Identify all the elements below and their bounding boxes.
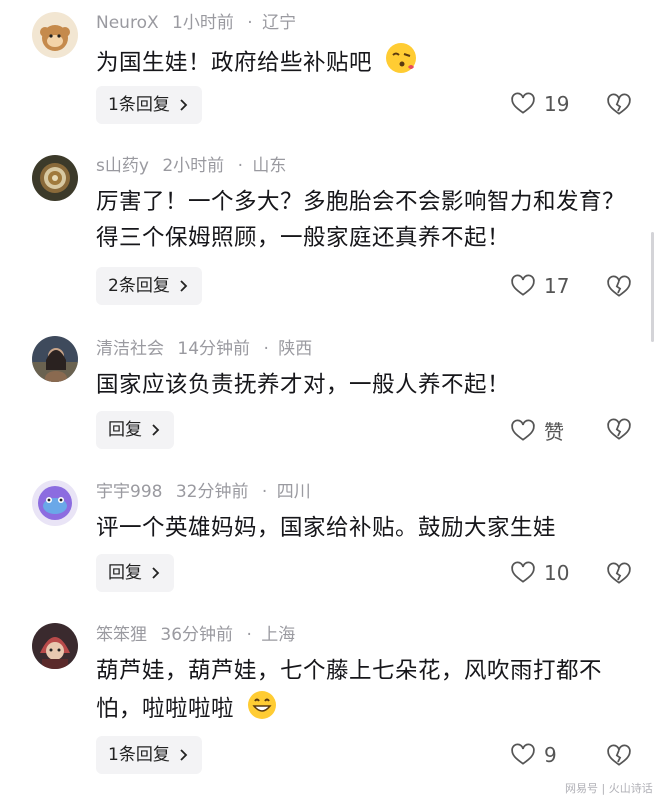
like-button[interactable]: 10 — [510, 560, 569, 586]
comment-meta: 宇宇998 32分钟前 · 四川 — [96, 481, 319, 503]
location: 辽宁 — [262, 13, 297, 33]
heart-icon — [511, 743, 535, 765]
separator-dot: · — [247, 13, 253, 33]
separator-dot: · — [263, 339, 269, 359]
broken-heart-icon — [607, 275, 631, 297]
comment-text: 葫芦娃，葫芦娃，七个藤上七朵花，风吹雨打都不怕，啦啦啦啦 — [96, 653, 636, 732]
broken-heart-icon — [607, 744, 631, 766]
like-count: 9 — [544, 743, 557, 767]
chevron-right-icon — [152, 567, 160, 579]
timestamp: 14分钟前 — [177, 339, 251, 359]
dislike-button[interactable] — [606, 417, 632, 447]
reply-button[interactable]: 回复 — [96, 411, 174, 449]
comment-text: 国家应该负责抚养才对，一般人养不起！ — [96, 372, 511, 398]
location: 陕西 — [278, 339, 313, 359]
heart-icon — [511, 274, 535, 296]
avatar[interactable] — [32, 12, 78, 58]
timestamp: 32分钟前 — [175, 482, 249, 502]
reply-button[interactable]: 回复 — [96, 554, 174, 592]
replies-label: 1条回复 — [108, 745, 170, 765]
like-count: 赞 — [544, 420, 564, 444]
dislike-button[interactable] — [606, 743, 632, 773]
avatar[interactable] — [32, 336, 78, 382]
like-count: 19 — [544, 92, 570, 116]
scrollbar[interactable] — [651, 232, 654, 342]
view-replies-button[interactable]: 2条回复 — [96, 267, 202, 305]
chevron-right-icon — [180, 99, 188, 111]
avatar[interactable] — [32, 480, 78, 526]
heart-icon — [511, 92, 535, 114]
avatar[interactable] — [32, 623, 78, 669]
comment-text: 评一个英雄妈妈，国家给补贴。鼓励大家生娃 — [96, 515, 557, 541]
location: 山东 — [252, 156, 287, 176]
replies-label: 回复 — [108, 420, 142, 440]
like-button[interactable]: 9 — [510, 742, 557, 768]
comment-text: 厉害了！一个多大？多胞胎会不会影响智力和发育？得三个保姆照顾，一般家庭还真养不起… — [96, 189, 626, 251]
username[interactable]: s山药y — [96, 156, 149, 176]
username[interactable]: 清洁社会 — [96, 339, 164, 359]
separator-dot: · — [237, 156, 243, 176]
like-button[interactable]: 赞 — [510, 416, 564, 445]
timestamp: 1小时前 — [172, 13, 234, 33]
dislike-button[interactable] — [606, 561, 632, 591]
like-button[interactable]: 17 — [510, 273, 569, 299]
chevron-right-icon — [152, 424, 160, 436]
dislike-button[interactable] — [606, 274, 632, 304]
broken-heart-icon — [607, 562, 631, 584]
username[interactable]: 宇宇998 — [96, 482, 162, 502]
view-replies-button[interactable]: 1条回复 — [96, 736, 202, 774]
username[interactable]: 笨笨狸 — [96, 625, 147, 645]
comment-text: 为国生娃！政府给些补贴吧 — [96, 41, 636, 86]
comment-text-body: 为国生娃！政府给些补贴吧 — [96, 50, 373, 76]
comment-meta: 清洁社会 14分钟前 · 陕西 — [96, 338, 320, 360]
username[interactable]: NeuroX — [96, 13, 159, 33]
comment-meta: NeuroX 1小时前 · 辽宁 — [96, 12, 304, 34]
kissing-face-emoji — [384, 41, 418, 86]
timestamp: 2小时前 — [162, 156, 225, 176]
separator-dot: · — [261, 482, 268, 502]
dislike-button[interactable] — [606, 92, 632, 122]
comment-text-body: 葫芦娃，葫芦娃，七个藤上七朵花，风吹雨打都不怕，啦啦啦啦 — [96, 658, 603, 722]
chevron-right-icon — [180, 749, 188, 761]
separator-dot: · — [246, 625, 252, 645]
like-button[interactable]: 19 — [510, 91, 569, 117]
replies-label: 2条回复 — [108, 276, 170, 296]
like-count: 17 — [544, 274, 570, 298]
watermark: 网易号 | 火山诗话 — [565, 782, 653, 795]
heart-icon — [511, 561, 535, 583]
chevron-right-icon — [180, 280, 188, 292]
replies-label: 1条回复 — [108, 95, 170, 115]
view-replies-button[interactable]: 1条回复 — [96, 86, 202, 124]
grinning-face-emoji — [246, 689, 278, 732]
heart-icon — [511, 419, 535, 441]
replies-label: 回复 — [108, 563, 142, 583]
location: 上海 — [261, 625, 296, 645]
timestamp: 36分钟前 — [160, 625, 234, 645]
like-count: 10 — [544, 561, 570, 585]
avatar[interactable] — [32, 155, 78, 201]
broken-heart-icon — [607, 93, 631, 115]
broken-heart-icon — [607, 418, 631, 440]
comment-meta: s山药y 2小时前 · 山东 — [96, 155, 294, 177]
location: 四川 — [276, 482, 311, 502]
comment-meta: 笨笨狸 36分钟前 · 上海 — [96, 624, 303, 646]
